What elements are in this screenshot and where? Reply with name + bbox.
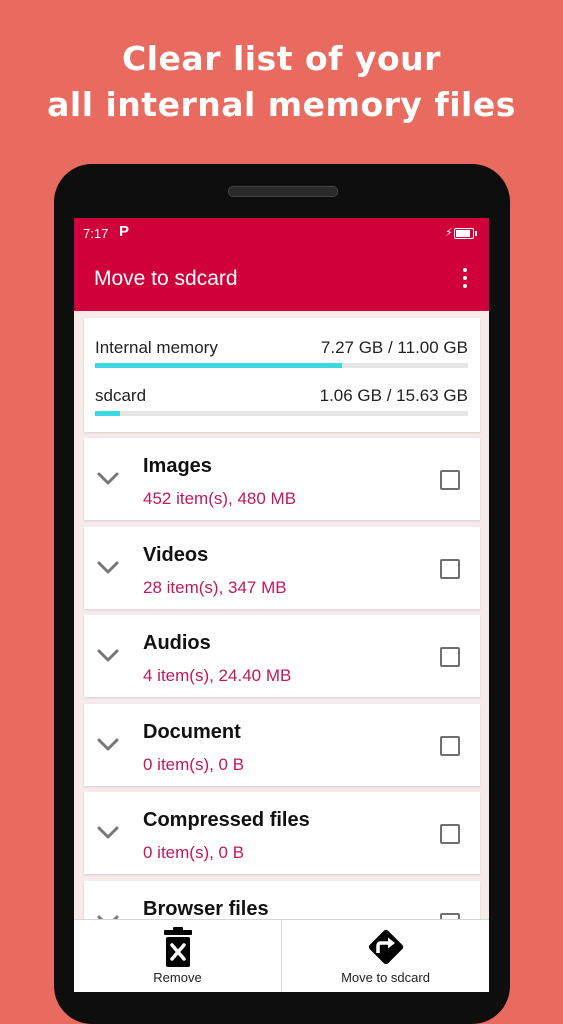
phone-speaker xyxy=(228,186,338,197)
category-checkbox[interactable] xyxy=(440,558,460,579)
battery-indicator: ⚡ xyxy=(445,226,481,240)
category-detail: 452 item(s), 480 MB xyxy=(143,489,297,508)
promo-line-1: Clear list of your xyxy=(122,39,441,78)
notification-icon: P xyxy=(119,223,130,240)
chevron-down-icon[interactable] xyxy=(94,818,122,846)
chevron-down-icon[interactable] xyxy=(94,641,122,669)
promo-headline: Clear list of your all internal memory f… xyxy=(0,36,563,128)
storage-name: Internal memory xyxy=(95,338,218,357)
category-checkbox[interactable] xyxy=(440,735,460,756)
storage-progress-track xyxy=(95,363,468,368)
category-name: Audios xyxy=(143,632,211,655)
bottom-action-bar: Remove Move to sdcard xyxy=(74,919,489,992)
remove-button[interactable]: Remove xyxy=(74,920,282,992)
chevron-down-icon[interactable] xyxy=(94,464,122,492)
category-checkbox[interactable] xyxy=(440,824,460,845)
phone-screen: 7:17 P ⚡ Move to sdcard Internal memory … xyxy=(74,218,489,992)
storage-progress-track xyxy=(95,411,468,416)
move-to-sdcard-label: Move to sdcard xyxy=(341,970,430,985)
category-item-document[interactable]: Document 0 item(s), 0 B xyxy=(84,703,480,786)
app-title: Move to sdcard xyxy=(94,267,238,290)
more-vertical-icon[interactable] xyxy=(459,268,471,290)
category-name: Compressed files xyxy=(143,809,310,832)
charging-icon: ⚡ xyxy=(445,227,453,239)
storage-card: Internal memory 7.27 GB / 11.00 GB sdcar… xyxy=(84,318,480,432)
category-list: Images 452 item(s), 480 MB Videos 28 ite… xyxy=(84,438,480,970)
battery-icon xyxy=(454,228,477,239)
promo-line-2: all internal memory files xyxy=(47,85,516,124)
status-time: 7:17 xyxy=(83,226,109,241)
storage-usage: 7.27 GB / 11.00 GB xyxy=(320,338,468,357)
category-item-images[interactable]: Images 452 item(s), 480 MB xyxy=(84,438,480,520)
chevron-down-icon[interactable] xyxy=(94,730,122,758)
trash-delete-icon xyxy=(163,927,192,967)
remove-label: Remove xyxy=(153,970,202,985)
category-detail: 28 item(s), 347 MB xyxy=(143,577,287,597)
category-name: Document xyxy=(143,720,241,743)
category-name: Videos xyxy=(143,543,209,566)
category-item-compressed[interactable]: Compressed files 0 item(s), 0 B xyxy=(84,792,480,875)
turn-right-arrow-diamond-icon xyxy=(368,929,403,965)
storage-progress-fill xyxy=(95,411,121,416)
category-detail: 0 item(s), 0 B xyxy=(143,843,245,863)
category-item-audios[interactable]: Audios 4 item(s), 24.40 MB xyxy=(84,615,480,698)
category-name: Browser files xyxy=(143,897,269,920)
move-to-sdcard-button[interactable]: Move to sdcard xyxy=(282,920,489,992)
storage-progress-fill xyxy=(95,363,342,368)
storage-name: sdcard xyxy=(95,386,147,405)
category-detail: 0 item(s), 0 B xyxy=(143,754,245,774)
app-bar: Move to sdcard xyxy=(74,248,489,311)
category-item-videos[interactable]: Videos 28 item(s), 347 MB xyxy=(84,526,480,609)
chevron-down-icon[interactable] xyxy=(94,553,122,581)
category-checkbox[interactable] xyxy=(440,470,460,490)
category-name: Images xyxy=(143,455,212,477)
category-detail: 4 item(s), 24.40 MB xyxy=(143,666,292,686)
category-checkbox[interactable] xyxy=(440,647,460,668)
storage-usage: 1.06 GB / 15.63 GB xyxy=(319,386,468,405)
status-bar: 7:17 P ⚡ xyxy=(74,218,489,248)
